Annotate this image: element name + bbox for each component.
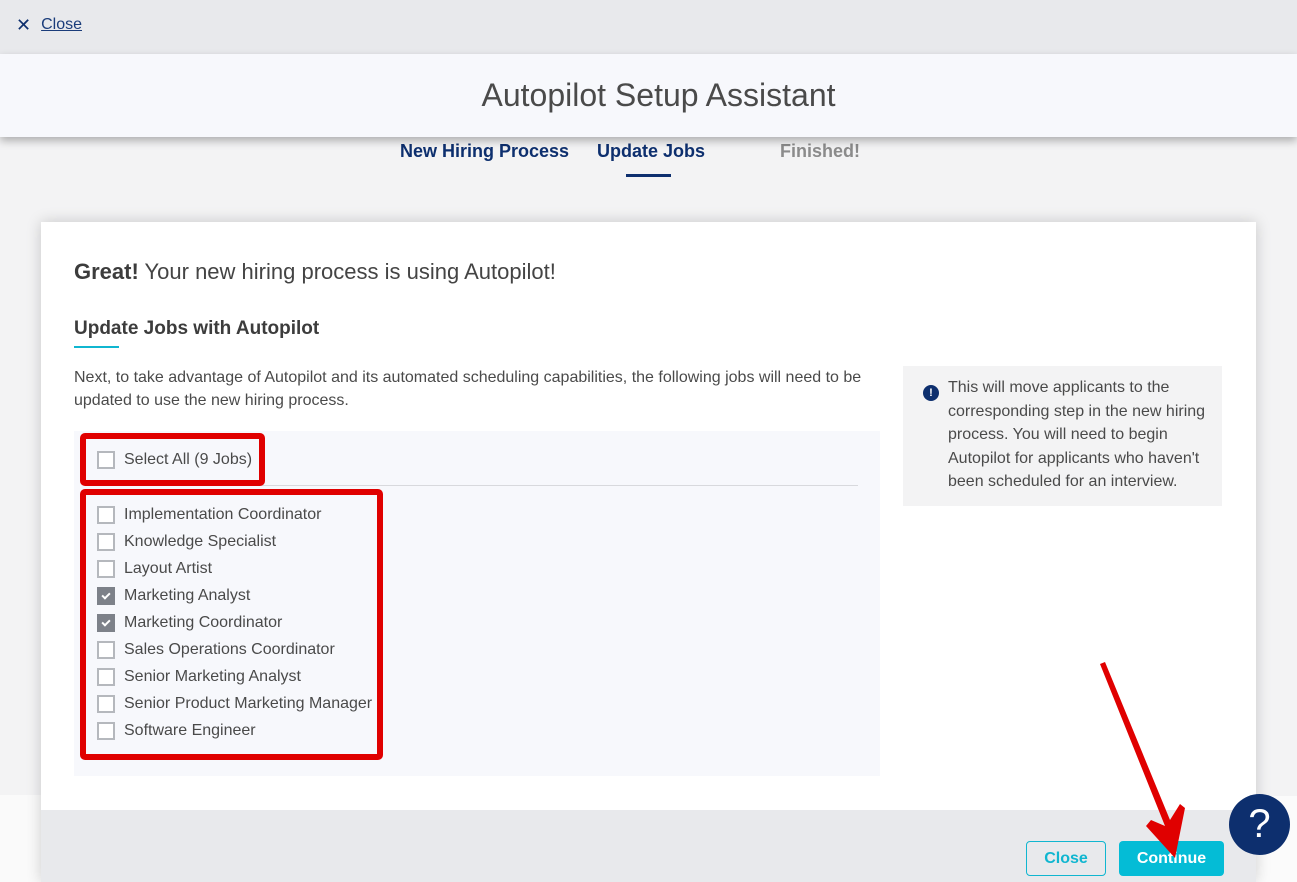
description: Next, to take advantage of Autopilot and… <box>74 369 862 409</box>
top-bar: ✕ Close <box>0 0 1297 54</box>
job-label: Senior Product Marketing Manager <box>124 695 373 712</box>
greeting-text: Your new hiring process is using Autopil… <box>138 259 556 284</box>
step-label: Finished! <box>780 141 860 161</box>
job-label: Knowledge Specialist <box>124 533 277 550</box>
jobs-list-box: Select All (9 Jobs) Implementation Coord… <box>74 431 880 776</box>
job-checkbox-row[interactable]: Software Engineer <box>97 722 256 740</box>
job-checkbox-row[interactable]: Implementation Coordinator <box>97 506 321 524</box>
close-icon: ✕ <box>16 15 32 35</box>
step-update-jobs[interactable]: Update Jobs <box>597 141 706 177</box>
continue-button[interactable]: Continue <box>1119 841 1224 876</box>
section-title: Update Jobs with Autopilot <box>74 318 320 339</box>
checkbox-checked[interactable] <box>97 614 115 632</box>
section-underline <box>74 346 119 348</box>
checkbox[interactable] <box>97 722 115 740</box>
divider <box>92 485 858 486</box>
job-checkbox-row[interactable]: Layout Artist <box>97 560 212 578</box>
job-label: Implementation Coordinator <box>124 506 322 523</box>
stepper: New Hiring Process Update Jobs Finished! <box>0 141 1297 181</box>
job-checkbox-row[interactable]: Knowledge Specialist <box>97 533 276 551</box>
close-link[interactable]: ✕ Close <box>16 16 82 34</box>
help-button[interactable]: ? <box>1229 794 1290 855</box>
select-all-checkbox[interactable]: Select All (9 Jobs) <box>97 451 252 469</box>
job-checkbox-row[interactable]: Senior Marketing Analyst <box>97 668 301 686</box>
step-label: Update Jobs <box>597 141 706 161</box>
checkbox[interactable] <box>97 668 115 686</box>
checkbox[interactable] <box>97 695 115 713</box>
job-checkbox-row[interactable]: Marketing Analyst <box>97 587 250 605</box>
job-checkbox-row[interactable]: Marketing Coordinator <box>97 614 282 632</box>
greeting-bold: Great! <box>74 259 139 284</box>
checkbox-checked[interactable] <box>97 587 115 605</box>
info-text: This will move applicants to the corresp… <box>948 379 1206 490</box>
info-box: ! This will move applicants to the corre… <box>903 366 1222 506</box>
job-label: Layout Artist <box>124 560 213 577</box>
job-label: Sales Operations Coordinator <box>124 641 335 658</box>
job-label: Marketing Coordinator <box>124 614 283 631</box>
checkbox[interactable] <box>97 506 115 524</box>
job-label: Software Engineer <box>124 722 256 739</box>
select-all-label: Select All (9 Jobs) <box>124 451 253 468</box>
close-link-label: Close <box>41 16 82 33</box>
job-checkbox-row[interactable]: Senior Product Marketing Manager <box>97 695 372 713</box>
greeting: Great! Your new hiring process is using … <box>74 259 556 285</box>
page-header: Autopilot Setup Assistant <box>0 54 1297 137</box>
checkbox[interactable] <box>97 641 115 659</box>
job-checkbox-row[interactable]: Sales Operations Coordinator <box>97 641 335 659</box>
exclamation-circle-icon: ! <box>923 385 939 401</box>
job-label: Marketing Analyst <box>124 587 251 604</box>
checkbox[interactable] <box>97 451 115 469</box>
job-label: Senior Marketing Analyst <box>124 668 301 685</box>
page-title: Autopilot Setup Assistant <box>481 77 836 113</box>
active-step-indicator <box>626 174 671 177</box>
step-finished: Finished! <box>780 141 860 162</box>
checkbox[interactable] <box>97 533 115 551</box>
background-strip <box>0 795 41 882</box>
setup-card: Great! Your new hiring process is using … <box>41 222 1256 882</box>
checkbox[interactable] <box>97 560 115 578</box>
close-button[interactable]: Close <box>1026 841 1106 876</box>
step-new-hiring-process[interactable]: New Hiring Process <box>400 141 569 162</box>
step-label: New Hiring Process <box>400 141 570 161</box>
question-icon: ? <box>1248 802 1271 846</box>
